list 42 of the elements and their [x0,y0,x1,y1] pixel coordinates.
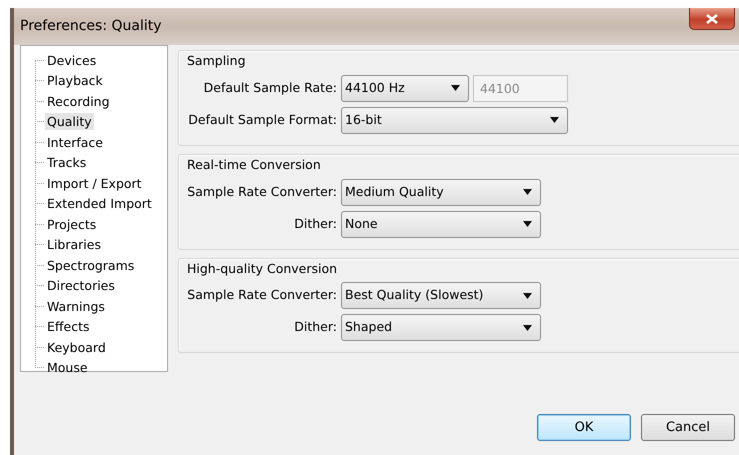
field-label: Dither: [293,318,337,336]
tree-item[interactable]: Effects [45,318,92,336]
field-label: Sample Rate Converter: [187,286,337,304]
close-icon [706,14,718,24]
window-title: Preferences: Quality [20,17,162,36]
tree-item[interactable]: Projects [45,216,98,233]
field-label: Default Sample Format: [187,110,337,129]
tree-item[interactable]: Directories [45,277,117,294]
tree-item[interactable]: Spectrograms [45,256,136,274]
dropdown[interactable]: Shaped [341,314,541,342]
tree-item[interactable]: Interface [45,134,105,151]
tree-item[interactable]: Playback [45,72,105,90]
dropdown[interactable]: 44100 Hz [341,74,469,102]
group-title: Real-time Conversion [187,156,322,174]
field-label: Sample Rate Converter: [187,182,337,201]
tree-item[interactable]: Import / Export [45,174,144,192]
close-button[interactable] [689,8,735,30]
caret-icon [523,189,532,195]
dropdown[interactable]: None [341,210,541,238]
caret-icon [523,324,532,331]
tree-item[interactable]: Libraries [45,236,103,254]
ok-button[interactable]: OK [537,414,631,441]
caret-icon [451,85,460,92]
tree-item[interactable]: Quality [45,113,94,130]
cancel-button[interactable]: Cancel [641,414,735,441]
dropdown[interactable]: 16-bit [341,106,568,134]
caret-icon [550,117,559,124]
dropdown[interactable]: Medium Quality [341,178,541,206]
dropdown[interactable]: Best Quality (Slowest) [341,282,541,310]
tree-item[interactable]: Extended Import [45,195,154,212]
caret-icon [523,292,532,299]
tree-item[interactable]: Warnings [45,298,107,315]
field-label: Default Sample Rate: [202,78,337,97]
tree-item[interactable]: Tracks [45,154,88,172]
tree-item[interactable]: Recording [45,92,112,110]
tree-item[interactable]: Mouse [45,359,90,376]
group-title: Sampling [187,52,247,70]
group-title: High-quality Conversion [187,260,338,278]
field-label: Dither: [293,214,337,233]
tree-item[interactable]: Devices [45,52,98,69]
tree-item[interactable]: Keyboard [45,338,108,356]
caret-icon [523,221,532,227]
